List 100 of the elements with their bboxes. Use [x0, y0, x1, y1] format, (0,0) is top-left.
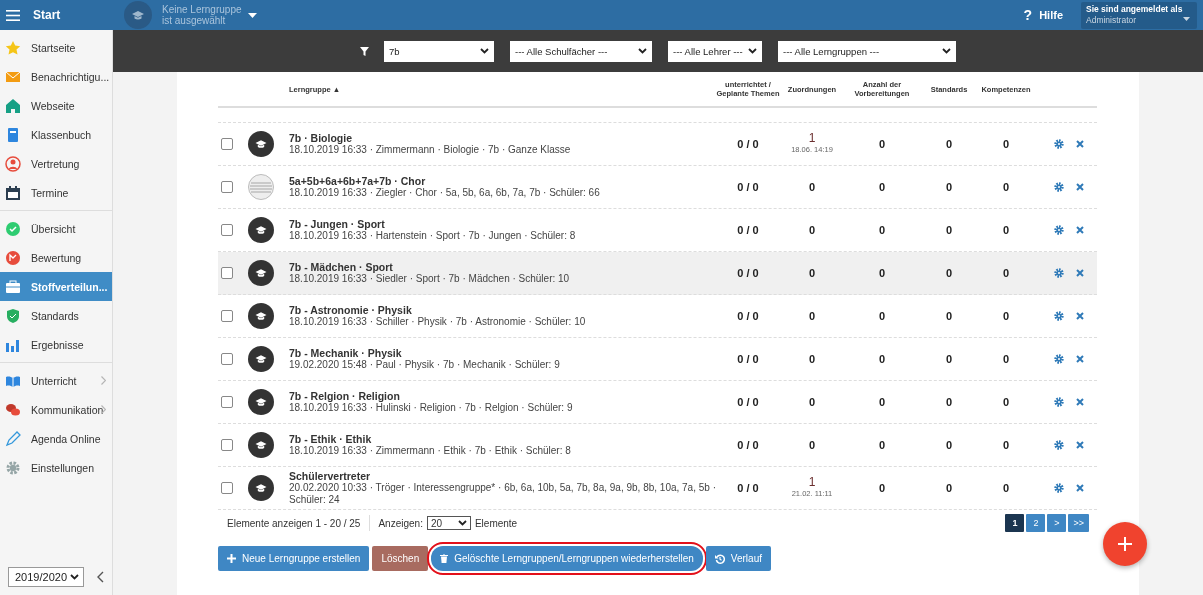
caret-icon [1183, 16, 1190, 21]
table-cell-text: 0 [944, 181, 954, 193]
sidebar-item[interactable]: Ergebnisse [0, 330, 112, 359]
table-cell-text: 0 [877, 353, 887, 365]
table-row[interactable]: 5a+5b+6a+6b+7a+7b · Chor 18.10.2019 16:33 · Ziegler · Chor · 5a, 5b, 6a, 6b, 7a, 7b · Schüler: 66 0 / 0 0 0 0 0 [218, 166, 1097, 209]
sidebar-item[interactable]: Stoffverteilun... [0, 272, 112, 301]
filter-select[interactable]: --- Alle Lerngruppen --- [778, 40, 956, 62]
close-icon[interactable] [1076, 398, 1084, 406]
close-icon[interactable] [1076, 484, 1084, 492]
help-icon[interactable]: ? [1023, 7, 1033, 23]
sidebar-item[interactable]: Einstellungen [0, 453, 112, 482]
settings-icon[interactable] [1054, 311, 1064, 321]
graduation-cap-avatar [248, 303, 274, 329]
sidebar-item[interactable]: Bewertung [0, 243, 112, 272]
group-title[interactable]: 5a+5b+6a+6b+7a+7b · Chor [289, 175, 716, 187]
sidebar-item[interactable]: Unterricht [0, 366, 112, 395]
close-icon[interactable] [1076, 226, 1084, 234]
help-link[interactable]: Hilfe [1039, 9, 1063, 21]
sidebar-item[interactable]: Agenda Online [0, 424, 112, 453]
settings-icon[interactable] [1054, 397, 1064, 407]
group-title[interactable]: 7b · Biologie [289, 132, 716, 144]
menu-icon[interactable] [6, 9, 20, 21]
star-icon [5, 39, 21, 56]
table-row[interactable]: 7b - Mädchen · Sport 18.10.2019 16:33 · Siedler · Sport · 7b · Mädchen · Schüler: 10 0 / 0 0 0 0 0 [218, 252, 1097, 295]
row-checkbox[interactable] [221, 396, 233, 408]
settings-icon[interactable] [1054, 268, 1064, 278]
table-cell-text: 0 / 0 [736, 181, 760, 193]
rating-icon [5, 249, 21, 266]
table-cell-text: 0 [1001, 482, 1011, 494]
settings-icon[interactable] [1054, 354, 1064, 364]
settings-icon[interactable] [1054, 139, 1064, 149]
close-icon[interactable] [1076, 355, 1084, 363]
filter-select[interactable]: 7b [384, 40, 494, 62]
group-title[interactable]: 7b - Jungen · Sport [289, 218, 716, 230]
sidebar-item[interactable]: Benachrichtigu... [0, 62, 112, 91]
settings-icon[interactable] [1054, 483, 1064, 493]
table-cell-text: 0 / 0 [736, 396, 760, 408]
row-checkbox[interactable] [221, 224, 233, 236]
app-title[interactable]: Start [33, 8, 61, 22]
table-row[interactable]: 7b - Relgion · Religion 18.10.2019 16:33 · Hulinski · Religion · 7b · Relgion · Schüler: 9 0 / 0 0 0 0 0 [218, 381, 1097, 424]
sidebar-item[interactable]: Klassenbuch [0, 120, 112, 149]
year-select[interactable]: 2019/2020 [8, 567, 84, 587]
row-checkbox[interactable] [221, 353, 233, 365]
row-checkbox[interactable] [221, 138, 233, 150]
row-checkbox[interactable] [221, 439, 233, 451]
settings-icon[interactable] [1054, 182, 1064, 192]
close-icon[interactable] [1076, 269, 1084, 277]
filter-select[interactable]: --- Alle Schulfächer --- [510, 40, 652, 62]
sidebar-item[interactable]: Startseite [0, 33, 112, 62]
action-button[interactable]: Neue Lerngruppe erstellen [218, 546, 370, 571]
table-cell-text: 0 [944, 267, 954, 279]
filter-select[interactable]: --- Alle Lehrer --- [668, 40, 762, 62]
group-details: 18.10.2019 16:33 · Hartenstein · Sport · 7b · Jungen · Schüler: 8 [289, 230, 577, 242]
table-row[interactable]: 7b - Ethik · Ethik 18.10.2019 16:33 · Zimmermann · Ethik · 7b · Ethik · Schüler: 8 0 / 0 0 0 0 0 [218, 424, 1097, 467]
table-cell-text: 0 [877, 181, 887, 193]
group-details: 18.10.2019 16:33 · Zimmermann · Ethik · 7b · Ethik · Schüler: 8 [289, 445, 572, 457]
row-checkbox[interactable] [221, 267, 233, 279]
sidebar-item[interactable]: Termine [0, 178, 112, 207]
page-button[interactable]: > [1047, 514, 1067, 532]
close-icon[interactable] [1076, 441, 1084, 449]
table-row[interactable]: 7b - Astronomie · Physik 18.10.2019 16:33 · Schiller · Physik · 7b · Astronomie · Schüler: 10 0 / 0 0 0 0 0 [218, 295, 1097, 338]
table-cell-text: 0 / 0 [736, 138, 760, 150]
page-button[interactable]: 1 [1005, 514, 1025, 532]
table-cell-text: 0 / 0 [736, 353, 760, 365]
table-cell: 1 [808, 477, 816, 488]
filter-icon [360, 46, 369, 56]
page-size-select[interactable]: 20 [426, 516, 471, 530]
chevron-down-icon [70, 574, 79, 580]
graduation-cap-avatar [248, 260, 274, 286]
row-checkbox[interactable] [221, 482, 233, 494]
page-button[interactable]: 2 [1026, 514, 1046, 532]
collapse-icon[interactable] [97, 571, 104, 583]
group-title[interactable]: 7b - Mädchen · Sport [289, 261, 716, 273]
settings-icon[interactable] [1054, 440, 1064, 450]
sidebar-item[interactable]: Webseite [0, 91, 112, 120]
close-icon[interactable] [1076, 312, 1084, 320]
briefcase-icon [5, 278, 21, 295]
table-cell-text: 0 [877, 482, 887, 494]
sidebar-item[interactable]: Kommunikation [0, 395, 112, 424]
close-icon[interactable] [1076, 140, 1084, 148]
sidebar-item[interactable]: Standards [0, 301, 112, 330]
graduation-cap-avatar [248, 217, 274, 243]
row-checkbox[interactable] [221, 181, 233, 193]
sidebar-item[interactable]: Vertretung [0, 149, 112, 178]
group-title[interactable]: 7b - Astronomie · Physik [289, 304, 716, 316]
sidebar-item[interactable]: Übersicht [0, 214, 112, 243]
group-title[interactable]: Schülervertreter [289, 470, 716, 482]
graduation-cap-avatar [248, 346, 274, 372]
caret-icon[interactable] [247, 12, 257, 18]
close-icon[interactable] [1076, 183, 1084, 191]
settings-icon[interactable] [1054, 225, 1064, 235]
action-button[interactable]: Verlauf [705, 546, 771, 571]
row-checkbox[interactable] [221, 310, 233, 322]
user-menu[interactable]: Sie sind angemeldet als Administrator [1081, 1, 1197, 29]
table-row[interactable]: 7b - Mechanik · Physik 19.02.2020 15:48 · Paul · Physik · 7b · Mechanik · Schüler: 9 0 / 0 0 0 0 0 [218, 338, 1097, 381]
page-button[interactable]: >> [1068, 514, 1089, 532]
group-title[interactable]: 7b - Ethik · Ethik [289, 433, 716, 445]
group-title[interactable]: 7b - Relgion · Religion [289, 390, 716, 402]
action-button[interactable]: Löschen [372, 546, 429, 571]
group-title[interactable]: 7b - Mechanik · Physik [289, 347, 716, 359]
